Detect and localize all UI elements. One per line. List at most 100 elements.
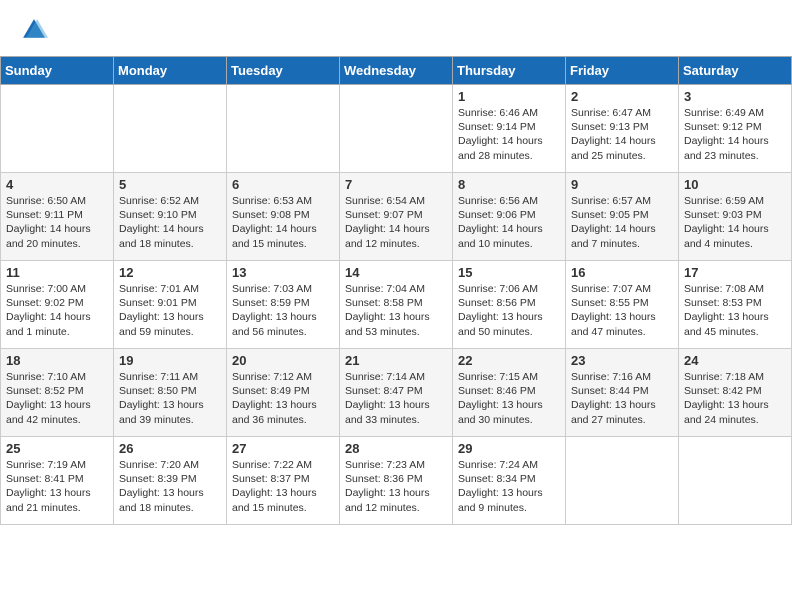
calendar-cell: 26 Sunrise: 7:20 AMSunset: 8:39 PMDayligh… xyxy=(114,437,227,525)
day-info: Sunrise: 7:01 AMSunset: 9:01 PMDaylight:… xyxy=(119,282,221,339)
page-header xyxy=(0,0,792,52)
calendar-cell: 17 Sunrise: 7:08 AMSunset: 8:53 PMDayligh… xyxy=(679,261,792,349)
day-info: Sunrise: 7:08 AMSunset: 8:53 PMDaylight:… xyxy=(684,282,786,339)
calendar-cell: 23 Sunrise: 7:16 AMSunset: 8:44 PMDayligh… xyxy=(566,349,679,437)
day-number: 17 xyxy=(684,265,786,280)
day-info: Sunrise: 7:07 AMSunset: 8:55 PMDaylight:… xyxy=(571,282,673,339)
day-number: 2 xyxy=(571,89,673,104)
calendar-week-row: 18 Sunrise: 7:10 AMSunset: 8:52 PMDayligh… xyxy=(1,349,792,437)
logo-icon xyxy=(20,16,48,44)
day-info: Sunrise: 7:12 AMSunset: 8:49 PMDaylight:… xyxy=(232,370,334,427)
day-header-sunday: Sunday xyxy=(1,57,114,85)
day-info: Sunrise: 7:14 AMSunset: 8:47 PMDaylight:… xyxy=(345,370,447,427)
day-number: 10 xyxy=(684,177,786,192)
calendar-cell: 21 Sunrise: 7:14 AMSunset: 8:47 PMDayligh… xyxy=(340,349,453,437)
calendar-cell: 4 Sunrise: 6:50 AMSunset: 9:11 PMDaylight… xyxy=(1,173,114,261)
day-info: Sunrise: 7:06 AMSunset: 8:56 PMDaylight:… xyxy=(458,282,560,339)
day-info: Sunrise: 6:57 AMSunset: 9:05 PMDaylight:… xyxy=(571,194,673,251)
day-header-wednesday: Wednesday xyxy=(340,57,453,85)
calendar-cell: 18 Sunrise: 7:10 AMSunset: 8:52 PMDayligh… xyxy=(1,349,114,437)
day-number: 11 xyxy=(6,265,108,280)
calendar-cell: 3 Sunrise: 6:49 AMSunset: 9:12 PMDaylight… xyxy=(679,85,792,173)
calendar-cell: 7 Sunrise: 6:54 AMSunset: 9:07 PMDaylight… xyxy=(340,173,453,261)
calendar-cell xyxy=(340,85,453,173)
logo xyxy=(20,16,52,44)
day-info: Sunrise: 7:10 AMSunset: 8:52 PMDaylight:… xyxy=(6,370,108,427)
day-number: 3 xyxy=(684,89,786,104)
day-number: 18 xyxy=(6,353,108,368)
day-info: Sunrise: 7:00 AMSunset: 9:02 PMDaylight:… xyxy=(6,282,108,339)
day-info: Sunrise: 7:20 AMSunset: 8:39 PMDaylight:… xyxy=(119,458,221,515)
day-number: 20 xyxy=(232,353,334,368)
day-number: 7 xyxy=(345,177,447,192)
calendar-cell: 11 Sunrise: 7:00 AMSunset: 9:02 PMDayligh… xyxy=(1,261,114,349)
day-number: 25 xyxy=(6,441,108,456)
day-info: Sunrise: 6:50 AMSunset: 9:11 PMDaylight:… xyxy=(6,194,108,251)
day-info: Sunrise: 6:59 AMSunset: 9:03 PMDaylight:… xyxy=(684,194,786,251)
calendar-cell: 6 Sunrise: 6:53 AMSunset: 9:08 PMDaylight… xyxy=(227,173,340,261)
day-number: 24 xyxy=(684,353,786,368)
day-number: 28 xyxy=(345,441,447,456)
calendar-cell xyxy=(114,85,227,173)
calendar-cell: 12 Sunrise: 7:01 AMSunset: 9:01 PMDayligh… xyxy=(114,261,227,349)
day-number: 16 xyxy=(571,265,673,280)
day-info: Sunrise: 7:19 AMSunset: 8:41 PMDaylight:… xyxy=(6,458,108,515)
day-header-saturday: Saturday xyxy=(679,57,792,85)
day-info: Sunrise: 7:22 AMSunset: 8:37 PMDaylight:… xyxy=(232,458,334,515)
calendar-cell: 1 Sunrise: 6:46 AMSunset: 9:14 PMDaylight… xyxy=(453,85,566,173)
day-info: Sunrise: 7:11 AMSunset: 8:50 PMDaylight:… xyxy=(119,370,221,427)
calendar-cell: 5 Sunrise: 6:52 AMSunset: 9:10 PMDaylight… xyxy=(114,173,227,261)
day-info: Sunrise: 6:56 AMSunset: 9:06 PMDaylight:… xyxy=(458,194,560,251)
day-info: Sunrise: 7:03 AMSunset: 8:59 PMDaylight:… xyxy=(232,282,334,339)
day-number: 22 xyxy=(458,353,560,368)
day-info: Sunrise: 6:52 AMSunset: 9:10 PMDaylight:… xyxy=(119,194,221,251)
day-number: 19 xyxy=(119,353,221,368)
day-info: Sunrise: 7:15 AMSunset: 8:46 PMDaylight:… xyxy=(458,370,560,427)
calendar-cell: 25 Sunrise: 7:19 AMSunset: 8:41 PMDayligh… xyxy=(1,437,114,525)
day-number: 21 xyxy=(345,353,447,368)
day-info: Sunrise: 6:49 AMSunset: 9:12 PMDaylight:… xyxy=(684,106,786,163)
calendar-cell xyxy=(566,437,679,525)
day-number: 23 xyxy=(571,353,673,368)
day-header-friday: Friday xyxy=(566,57,679,85)
calendar-cell: 20 Sunrise: 7:12 AMSunset: 8:49 PMDayligh… xyxy=(227,349,340,437)
day-info: Sunrise: 7:18 AMSunset: 8:42 PMDaylight:… xyxy=(684,370,786,427)
calendar-cell: 9 Sunrise: 6:57 AMSunset: 9:05 PMDaylight… xyxy=(566,173,679,261)
calendar-header-row: SundayMondayTuesdayWednesdayThursdayFrid… xyxy=(1,57,792,85)
calendar-cell: 28 Sunrise: 7:23 AMSunset: 8:36 PMDayligh… xyxy=(340,437,453,525)
day-number: 4 xyxy=(6,177,108,192)
day-number: 26 xyxy=(119,441,221,456)
day-info: Sunrise: 7:04 AMSunset: 8:58 PMDaylight:… xyxy=(345,282,447,339)
calendar-week-row: 4 Sunrise: 6:50 AMSunset: 9:11 PMDaylight… xyxy=(1,173,792,261)
day-number: 15 xyxy=(458,265,560,280)
day-number: 6 xyxy=(232,177,334,192)
calendar-week-row: 11 Sunrise: 7:00 AMSunset: 9:02 PMDayligh… xyxy=(1,261,792,349)
calendar-cell: 29Sunrise: 7:24 AMSunset: 8:34 PMDayligh… xyxy=(453,437,566,525)
day-number: 29 xyxy=(458,441,560,456)
day-info: Sunrise: 6:53 AMSunset: 9:08 PMDaylight:… xyxy=(232,194,334,251)
day-number: 9 xyxy=(571,177,673,192)
day-number: 1 xyxy=(458,89,560,104)
day-number: 12 xyxy=(119,265,221,280)
calendar-cell: 13 Sunrise: 7:03 AMSunset: 8:59 PMDayligh… xyxy=(227,261,340,349)
calendar-cell xyxy=(679,437,792,525)
calendar-cell xyxy=(227,85,340,173)
day-info: Sunrise: 6:46 AMSunset: 9:14 PMDaylight:… xyxy=(458,106,560,163)
day-number: 5 xyxy=(119,177,221,192)
calendar-cell: 8Sunrise: 6:56 AMSunset: 9:06 PMDaylight… xyxy=(453,173,566,261)
day-info: Sunrise: 7:16 AMSunset: 8:44 PMDaylight:… xyxy=(571,370,673,427)
day-number: 14 xyxy=(345,265,447,280)
day-info: Sunrise: 6:54 AMSunset: 9:07 PMDaylight:… xyxy=(345,194,447,251)
day-header-monday: Monday xyxy=(114,57,227,85)
calendar-cell: 19 Sunrise: 7:11 AMSunset: 8:50 PMDayligh… xyxy=(114,349,227,437)
calendar-cell xyxy=(1,85,114,173)
calendar-cell: 27 Sunrise: 7:22 AMSunset: 8:37 PMDayligh… xyxy=(227,437,340,525)
calendar-cell: 2Sunrise: 6:47 AMSunset: 9:13 PMDaylight… xyxy=(566,85,679,173)
day-info: Sunrise: 7:23 AMSunset: 8:36 PMDaylight:… xyxy=(345,458,447,515)
calendar-cell: 24 Sunrise: 7:18 AMSunset: 8:42 PMDayligh… xyxy=(679,349,792,437)
calendar-cell: 15 Sunrise: 7:06 AMSunset: 8:56 PMDayligh… xyxy=(453,261,566,349)
calendar-cell: 22 Sunrise: 7:15 AMSunset: 8:46 PMDayligh… xyxy=(453,349,566,437)
day-header-thursday: Thursday xyxy=(453,57,566,85)
day-number: 27 xyxy=(232,441,334,456)
day-number: 13 xyxy=(232,265,334,280)
